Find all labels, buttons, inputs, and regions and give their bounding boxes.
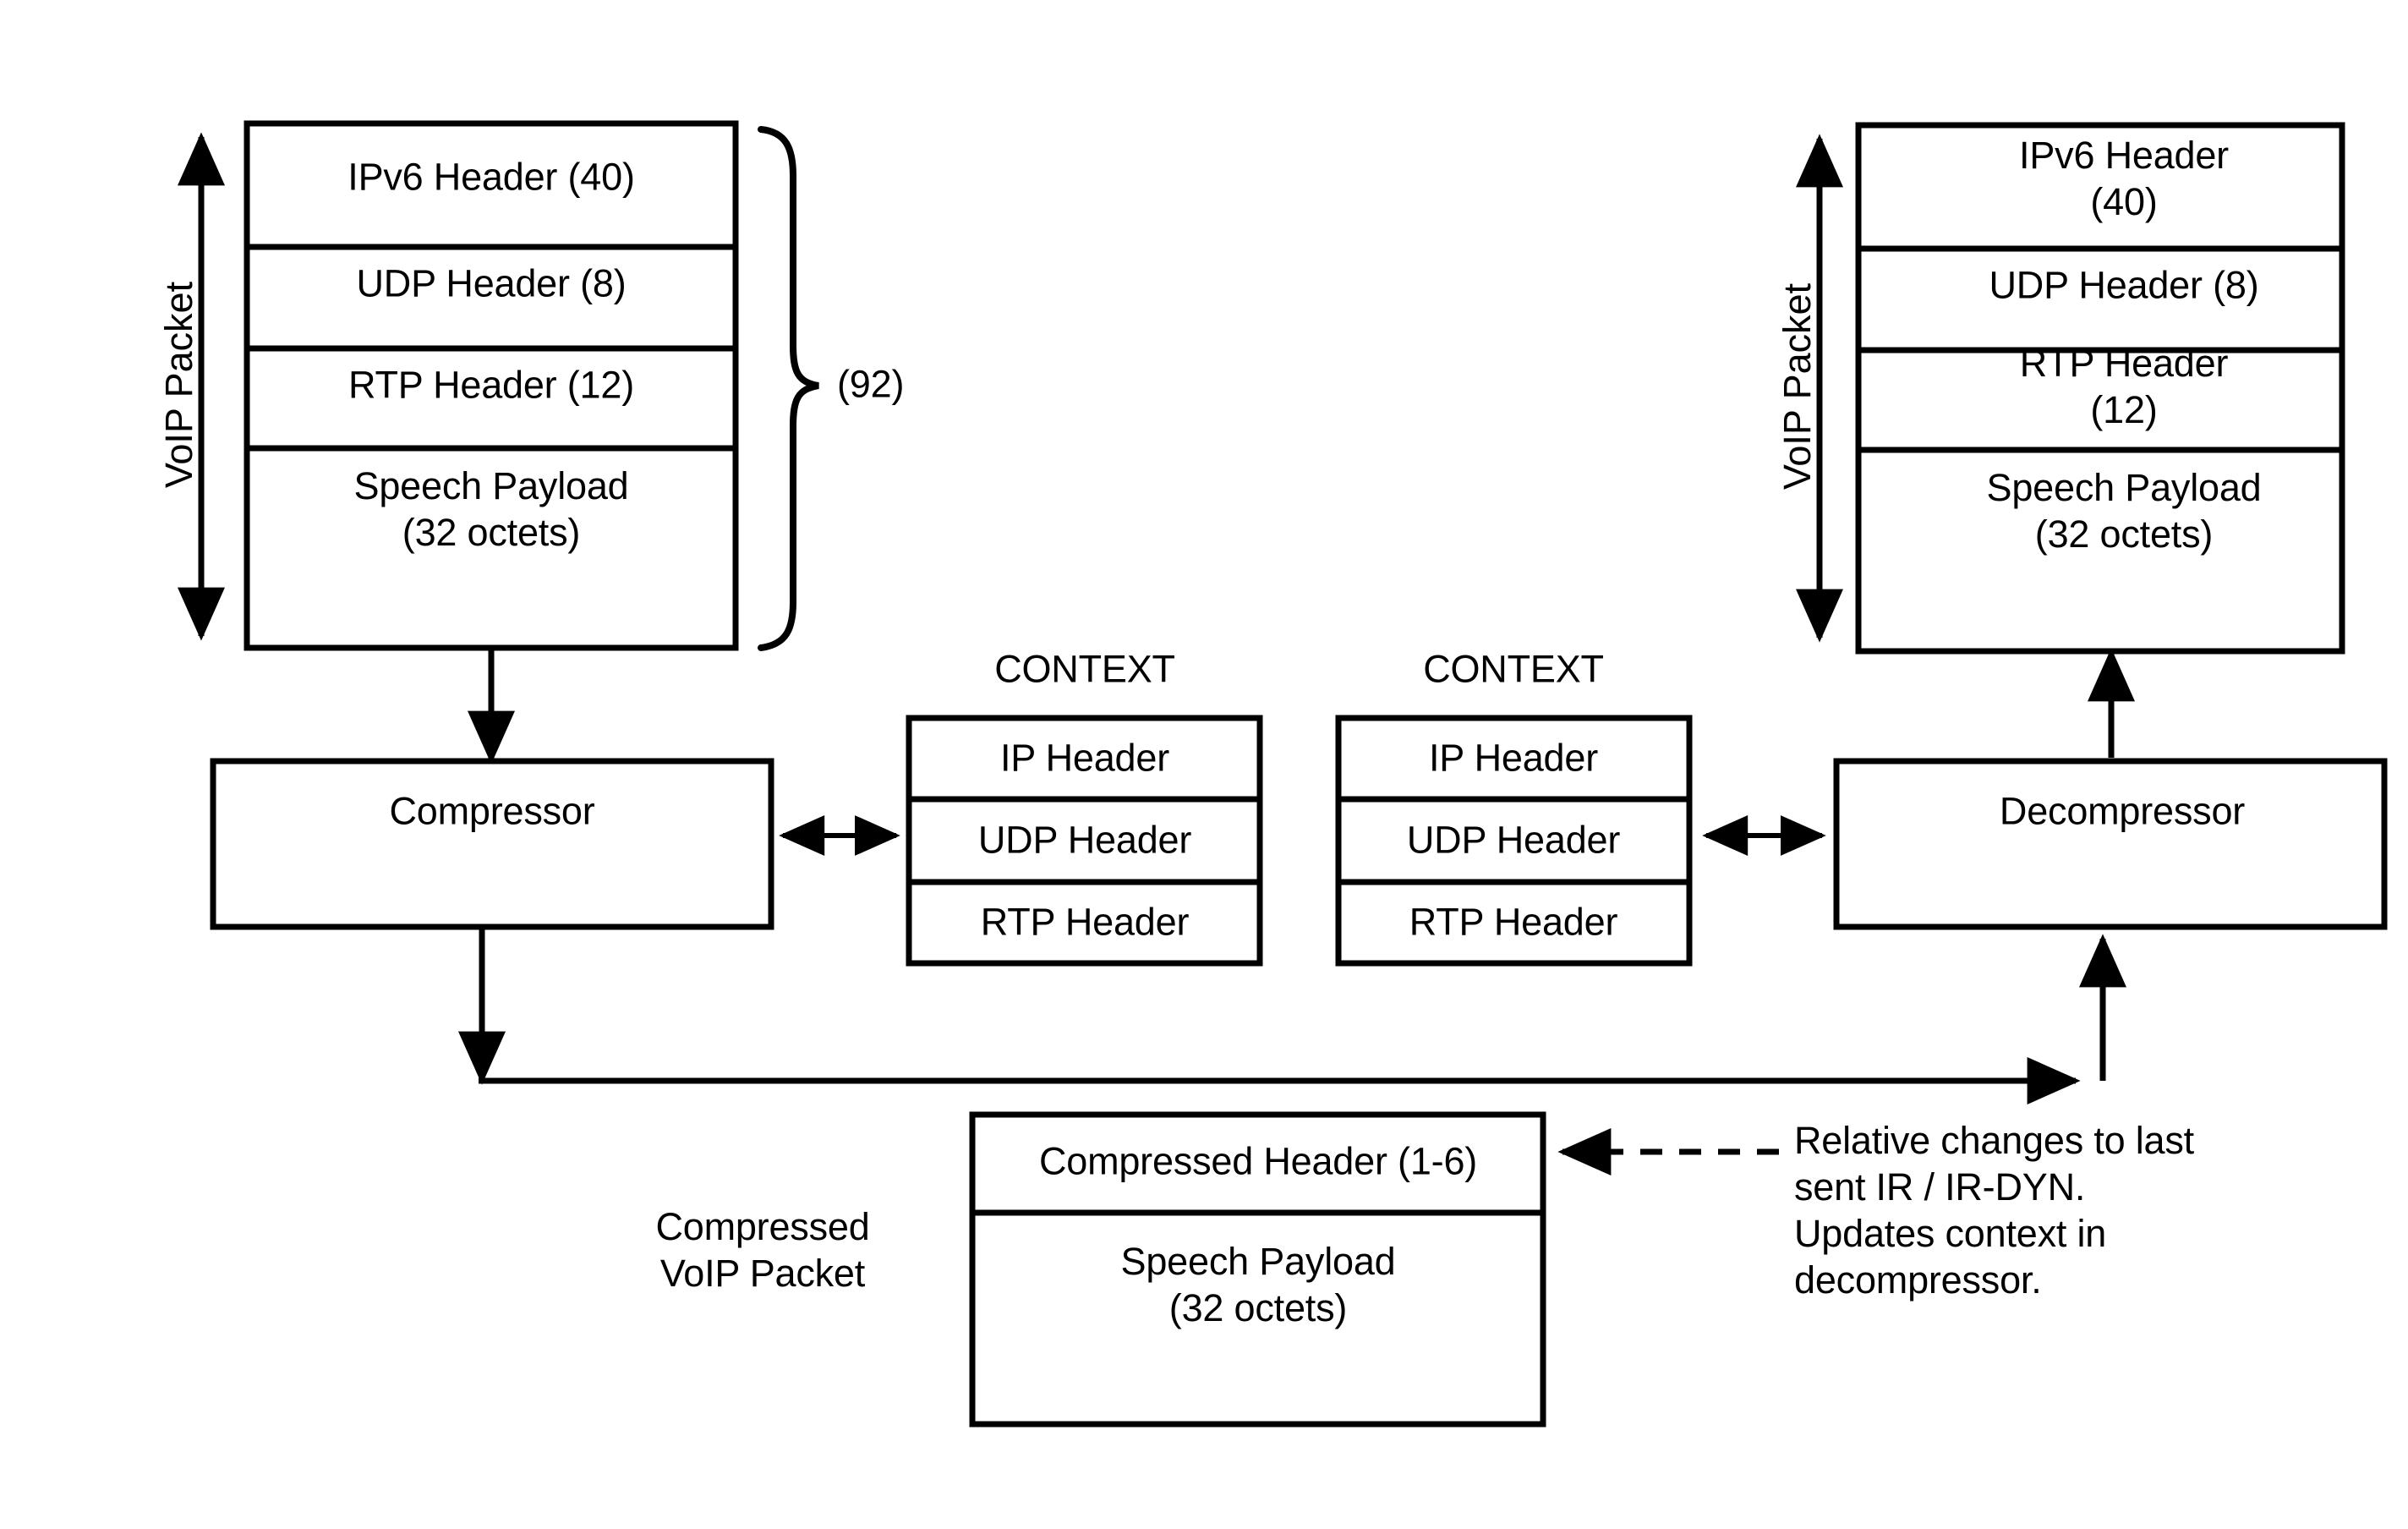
compressor-box[interactable] <box>210 758 774 930</box>
right-voip-packet-axis-label: VoIP Packet <box>1776 282 1819 490</box>
context-update-annotation-text: Relative changes to last sent IR / IR-DY… <box>1794 1119 2194 1302</box>
left-field-udp-header-label: UDP Header (8) <box>356 261 627 305</box>
left-voip-packet-axis-label: VoIP Packet <box>157 281 200 489</box>
decompressor-label: Decompressor <box>1999 789 2246 833</box>
left-packet-brace <box>758 126 819 651</box>
context-left-row-ip-header: IP Header <box>1000 736 1169 780</box>
context-left-row-rtp-header: RTP Header <box>980 900 1190 944</box>
context-right-row-rtp-header: RTP Header <box>1409 900 1618 944</box>
context-left-row-udp-header: UDP Header <box>977 818 1192 862</box>
right-field-ipv6-header-label: IPv6 Header (40) <box>2019 134 2229 223</box>
context-right-title: CONTEXT <box>1423 647 1604 691</box>
right-field-udp-header-label: UDP Header (8) <box>1989 263 2259 307</box>
left-field-rtp-header-label: RTP Header (12) <box>348 363 634 407</box>
left-field-ipv6-header-label: IPv6 Header (40) <box>348 155 635 199</box>
compressed-packet-side-label: Compressed VoIP Packet <box>655 1205 870 1295</box>
context-left-title: CONTEXT <box>994 647 1175 691</box>
diagram-canvas: IPv6 Header (40) UDP Header (8) RTP Head… <box>0 0 2408 1529</box>
right-field-speech-payload-label: Speech Payload (32 octets) <box>1986 466 2262 556</box>
left-packet-total-size-label: (92) <box>837 362 905 406</box>
decompressor-box[interactable] <box>1833 758 2388 930</box>
compressed-speech-payload-label: Speech Payload (32 octets) <box>1120 1240 1396 1329</box>
right-field-rtp-header-label: RTP Header (12) <box>2019 342 2229 431</box>
left-field-speech-payload-label: Speech Payload (32 octets) <box>353 464 629 554</box>
compressor-label: Compressor <box>389 789 595 833</box>
context-right-row-udp-header: UDP Header <box>1406 818 1621 862</box>
compressed-header-field-label: Compressed Header (1-6) <box>1038 1139 1478 1183</box>
context-right-row-ip-header: IP Header <box>1429 736 1598 780</box>
